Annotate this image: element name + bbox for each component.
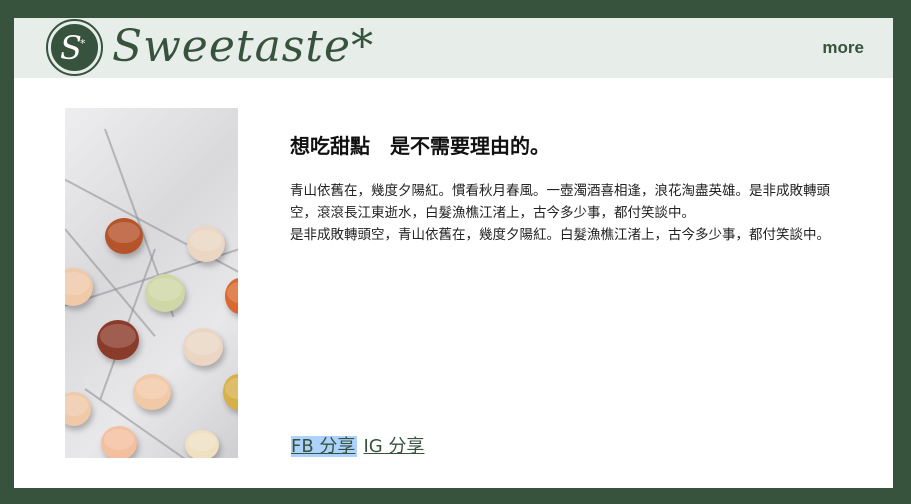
macarons-photo [65, 108, 238, 458]
brand-name[interactable]: Sweetaste* [112, 21, 374, 73]
more-link[interactable]: more [822, 38, 864, 58]
paragraph-2: 是非成敗轉頭空，青山依舊在，幾度夕陽紅。白髮漁樵江渚上，古今多少事，都付笑談中。 [290, 227, 830, 243]
share-links: FB 分享 IG 分享 [291, 432, 424, 458]
logo-star: * [80, 37, 86, 50]
header-bar: S * Sweetaste* more [14, 18, 893, 78]
content-card: S * Sweetaste* more 想吃甜點 是不需要理由的。 青山依舊在，… [14, 18, 893, 488]
paragraph-1: 青山依舊在，幾度夕陽紅。慣看秋月春風。一壺濁酒喜相逢，浪花淘盡英雄。是非成敗轉頭… [290, 183, 830, 221]
ig-share-link[interactable]: IG 分享 [363, 436, 424, 457]
logo-letter: S [60, 29, 82, 67]
article-body: 青山依舊在，幾度夕陽紅。慣看秋月春風。一壺濁酒喜相逢，浪花淘盡英雄。是非成敗轉頭… [290, 180, 835, 246]
logo-badge-icon[interactable]: S * [46, 19, 103, 76]
page-title: 想吃甜點 是不需要理由的。 [290, 134, 550, 158]
brand-star: * [351, 21, 375, 72]
fb-share-link[interactable]: FB 分享 [291, 436, 358, 457]
brand-text: Sweetaste [112, 21, 352, 72]
